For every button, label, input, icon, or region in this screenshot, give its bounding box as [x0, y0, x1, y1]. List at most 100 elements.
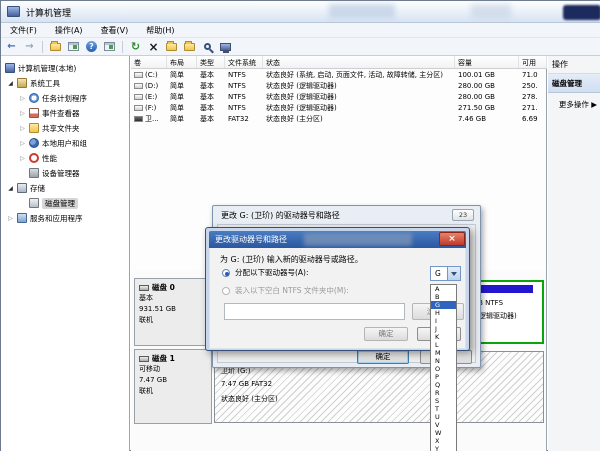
- column-header-type[interactable]: 类型: [197, 56, 225, 68]
- properties-icon[interactable]: [164, 40, 179, 54]
- menu-bar: 文件(F) 操作(A) 查看(V) 帮助(H): [1, 23, 600, 38]
- refresh-icon[interactable]: ↻: [128, 40, 143, 54]
- disk1-label[interactable]: 磁盘 1 可移动 7.47 GB 联机: [134, 349, 212, 424]
- volume-row-c[interactable]: (C:) 简单 基本 NTFS 状态良好 (系统, 启动, 页面文件, 活动, …: [131, 69, 547, 80]
- privacy-blur: [563, 5, 600, 20]
- expander-icon[interactable]: ▷: [19, 125, 26, 132]
- privacy-blur: [329, 4, 395, 18]
- tree-item-disk-management[interactable]: 磁盘管理: [29, 196, 78, 210]
- column-header-free[interactable]: 可用: [519, 56, 547, 68]
- dropdown-option[interactable]: L: [431, 341, 456, 349]
- drive-icon: [134, 83, 143, 89]
- column-header-capacity[interactable]: 容量: [455, 56, 519, 68]
- volume-row-e[interactable]: (E:) 简单 基本 NTFS 状态良好 (逻辑驱动器) 280.00 GB 2…: [131, 91, 547, 102]
- device-manager-icon: [29, 168, 39, 178]
- expander-icon[interactable]: ▷: [19, 140, 26, 147]
- expander-icon[interactable]: ▷: [19, 110, 26, 117]
- tree-item-task-scheduler[interactable]: ▷ 任务计划程序: [19, 91, 87, 105]
- tree-root-computer-management[interactable]: 计算机管理(本地): [5, 61, 76, 75]
- delete-icon[interactable]: ×: [146, 40, 161, 54]
- dropdown-option[interactable]: Y: [431, 445, 456, 451]
- dropdown-option[interactable]: X: [431, 437, 456, 445]
- expander-icon[interactable]: ◢: [7, 80, 14, 87]
- expander-icon[interactable]: ▷: [19, 155, 26, 162]
- assign-letter-radio[interactable]: [222, 269, 230, 277]
- assign-letter-radio-row: 分配以下驱动器号(A):: [222, 267, 309, 278]
- volume-row-g[interactable]: 卫... 简单 基本 FAT32 状态良好 (主分区) 7.46 GB 6.69: [131, 113, 547, 124]
- dialog-title-bar: 更改驱动器号和路径 ×: [209, 231, 466, 248]
- tree-item-device-manager[interactable]: 设备管理器: [29, 166, 80, 180]
- disk0-label[interactable]: 磁盘 0 基本 931.51 GB 联机: [134, 278, 212, 346]
- menu-help[interactable]: 帮助(H): [137, 23, 183, 38]
- tree-item-local-users-groups[interactable]: ▷ 本地用户和组: [19, 136, 87, 150]
- dropdown-option[interactable]: I: [431, 317, 456, 325]
- privacy-blur: [304, 233, 412, 246]
- dropdown-option[interactable]: U: [431, 413, 456, 421]
- event-viewer-icon: [29, 108, 39, 118]
- column-header-status[interactable]: 状态: [263, 56, 455, 68]
- drive-icon: [134, 105, 143, 111]
- dropdown-option[interactable]: O: [431, 365, 456, 373]
- toolbar-separator: [42, 41, 43, 53]
- mount-path-input[interactable]: [224, 303, 405, 320]
- help-icon[interactable]: ?: [84, 40, 99, 54]
- tree-item-shared-folders[interactable]: ▷ 共享文件夹: [19, 121, 80, 135]
- volume-row-d[interactable]: (D:) 简单 基本 NTFS 状态良好 (逻辑驱动器) 280.00 GB 2…: [131, 80, 547, 91]
- expander-icon[interactable]: ◢: [7, 185, 14, 192]
- drive-icon: [134, 94, 143, 100]
- dropdown-option[interactable]: R: [431, 389, 456, 397]
- tree-item-performance[interactable]: ▷ 性能: [19, 151, 57, 165]
- drive-letter-combobox[interactable]: G: [430, 266, 461, 281]
- column-header-volume[interactable]: 卷: [131, 56, 167, 68]
- chevron-down-icon[interactable]: [447, 267, 460, 280]
- close-icon[interactable]: 23: [452, 209, 474, 221]
- close-icon[interactable]: ×: [439, 232, 465, 246]
- dropdown-option[interactable]: M: [431, 349, 456, 357]
- expander-icon[interactable]: ▷: [19, 95, 26, 102]
- computer-icon[interactable]: [218, 40, 233, 54]
- volume-row-f[interactable]: (F:) 简单 基本 NTFS 状态良好 (逻辑驱动器) 271.50 GB 2…: [131, 102, 547, 113]
- up-one-level-icon[interactable]: [48, 40, 63, 54]
- dropdown-option[interactable]: A: [431, 285, 456, 293]
- tree-item-storage[interactable]: ◢ 存储: [7, 181, 45, 195]
- dropdown-option[interactable]: B: [431, 293, 456, 301]
- ok-button[interactable]: 确定: [357, 350, 409, 364]
- dropdown-option[interactable]: N: [431, 357, 456, 365]
- dropdown-option[interactable]: Q: [431, 381, 456, 389]
- storage-icon: [17, 183, 27, 193]
- menu-view[interactable]: 查看(V): [92, 23, 138, 38]
- tree-item-event-viewer[interactable]: ▷ 事件查看器: [19, 106, 80, 120]
- menu-action[interactable]: 操作(A): [46, 23, 92, 38]
- window-icon: [7, 6, 20, 17]
- ok-button[interactable]: 确定: [364, 327, 408, 341]
- mount-folder-radio[interactable]: [222, 287, 230, 295]
- column-header-layout[interactable]: 布局: [167, 56, 197, 68]
- show-console-tree-icon[interactable]: [102, 40, 117, 54]
- tree-item-services-applications[interactable]: ▷ 服务和应用程序: [7, 211, 83, 225]
- dropdown-option[interactable]: T: [431, 405, 456, 413]
- more-actions-button[interactable]: 更多操作 ▶: [548, 93, 600, 110]
- tree-item-system-tools[interactable]: ◢ 系统工具: [7, 76, 60, 90]
- actions-section-disk-management[interactable]: 磁盘管理: [548, 74, 600, 93]
- dropdown-option[interactable]: H: [431, 309, 456, 317]
- drive-icon: [134, 72, 143, 78]
- mount-folder-label: 装入以下空白 NTFS 文件夹中(M):: [235, 285, 349, 296]
- dropdown-option[interactable]: W: [431, 429, 456, 437]
- console-window-icon[interactable]: [66, 40, 81, 54]
- dropdown-option[interactable]: K: [431, 333, 456, 341]
- back-icon[interactable]: ←: [4, 40, 19, 54]
- forward-icon[interactable]: →: [22, 40, 37, 54]
- dialog-prompt: 为 G: (卫玠) 输入新的驱动器号或路径。: [220, 254, 363, 265]
- drive-letter-dropdown-list[interactable]: A B G H I J K L M N O P Q R S T U V W X …: [430, 284, 457, 451]
- find-icon[interactable]: [200, 40, 215, 54]
- column-header-filesystem[interactable]: 文件系统: [225, 56, 263, 68]
- dropdown-option[interactable]: P: [431, 373, 456, 381]
- dropdown-option[interactable]: J: [431, 325, 456, 333]
- expander-icon[interactable]: ▷: [7, 215, 14, 222]
- dropdown-option[interactable]: V: [431, 421, 456, 429]
- actions-title: 操作: [548, 56, 600, 74]
- dropdown-option[interactable]: S: [431, 397, 456, 405]
- dropdown-option-selected[interactable]: G: [431, 301, 456, 309]
- menu-file[interactable]: 文件(F): [1, 23, 46, 38]
- open-folder-icon[interactable]: [182, 40, 197, 54]
